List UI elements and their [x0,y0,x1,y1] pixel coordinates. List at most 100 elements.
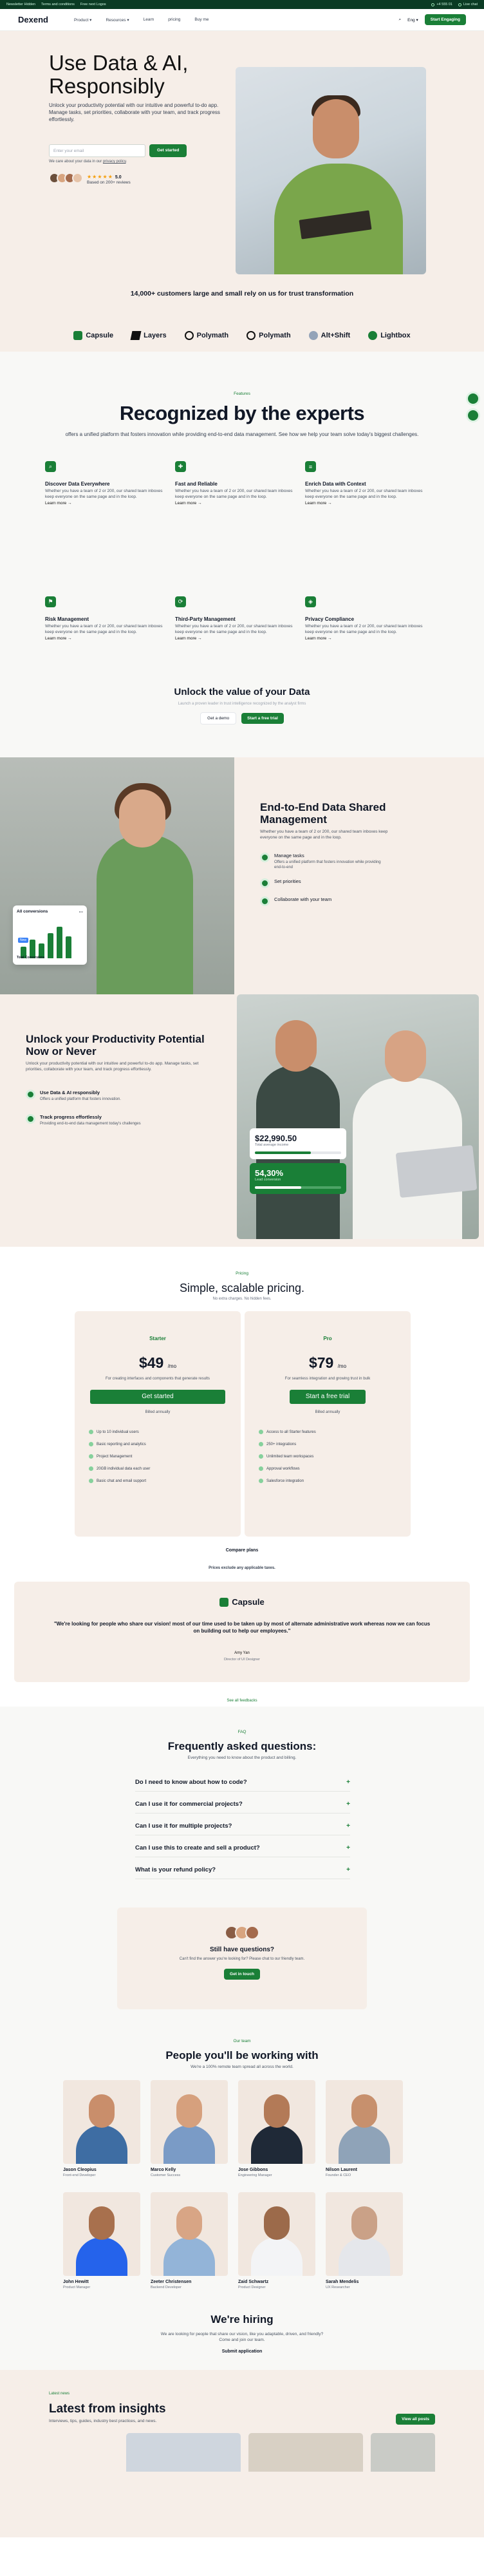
topbar-link-logos[interactable]: Free next Logos [80,3,106,6]
avatar [72,173,83,184]
lightbox-icon [368,331,378,340]
pricing-eyebrow: Pricing [236,1271,248,1276]
submit-application-link[interactable]: Submit application [222,2349,263,2354]
faq-item[interactable]: Can I use it for commercial projects? + [135,1795,350,1814]
pro-cta-button[interactable]: Start a free trial [290,1390,366,1404]
member-photo [326,2192,403,2276]
productivity-image: $22,990.50 Total average income 54,30% L… [237,994,479,1239]
plan-card-starter: Starter $49 /mo For creating interfaces … [75,1311,241,1537]
search-icon[interactable]: ⌕ [398,17,401,23]
check-item: Use Data & AI responsibly Offers a unifie… [26,1090,149,1102]
free-trial-button[interactable]: Start a free trial [241,713,284,724]
learn-more-link[interactable]: Learn more → [175,636,297,641]
faq-item[interactable]: What is your refund policy? + [135,1861,350,1879]
team-member: Zeeter Christensen Backend Developer [151,2192,228,2289]
hero-signup-form: Enter your email Get started [49,144,187,157]
team-member: Zaid Schwartz Product Designer [238,2192,315,2289]
feature-card: ⚑ Risk Management Whether you have a tea… [45,596,167,641]
team-title: People you'll be working with [165,2049,319,2061]
help-float-button[interactable] [466,408,480,422]
rating-score: 5.0 [115,175,122,180]
member-photo [238,2192,315,2276]
team-member: Marco Kelly Customer Success [151,2080,228,2177]
avatar [245,1926,259,1940]
nav-item-learn[interactable]: Learn [144,17,154,23]
see-all-feedbacks-link[interactable]: See all feedbacks [0,1682,484,1707]
check-icon [26,1114,35,1124]
productivity-section: Unlock your Productivity Potential Now o… [0,994,484,1247]
topbar-phone[interactable]: +4 555 01 [431,3,452,6]
nav-item-resources[interactable]: Resources ▾ [106,17,129,23]
plan-feature: Approval workflows [259,1466,411,1471]
learn-more-link[interactable]: Learn more → [305,636,427,641]
testimonial-author: Amy Yan [234,1651,250,1655]
features-title: Recognized by the experts [119,402,365,424]
view-all-posts-button[interactable]: View all posts [396,2414,435,2425]
compare-plans-link[interactable]: Compare plans [0,1548,484,1553]
nav-item-pricing[interactable]: pricing [168,17,180,23]
team-eyebrow: Our team [233,2039,251,2043]
e2e-title: End-to-End Data Shared Management [260,801,386,826]
hiring-title: We're hiring [210,2313,274,2325]
hero-rating: ★★★★★ 5.0 Based on 200+ reviews [49,171,131,185]
altshift-icon [308,331,318,340]
get-in-touch-button[interactable]: Get in touch [224,1969,260,1980]
chat-float-button[interactable] [466,392,480,406]
still-questions-text: Can't find the answer you're looking for… [179,1957,305,1961]
logo-polymath-2: Polymath [247,331,291,340]
nav-item-buy[interactable]: Buy me [194,17,209,23]
learn-more-link[interactable]: Learn more → [45,636,167,641]
pricing-title: Simple, scalable pricing. [179,1282,305,1294]
post-thumbnail[interactable] [126,2433,241,2472]
starter-cta-button[interactable]: Get started [90,1390,225,1404]
still-questions-title: Still have questions? [209,1946,275,1953]
nav-item-product[interactable]: Product ▾ [74,17,91,23]
learn-more-link[interactable]: Learn more → [305,501,427,506]
capsule-icon [73,331,83,340]
plus-icon: + [346,1801,350,1808]
pricing-subtitle: No extra charges. No hidden fees. [212,1297,272,1301]
feature-card: ⌕ Discover Data Everywhere Whether you h… [45,461,167,506]
hero-subtitle: Unlock your productivity potential with … [49,102,220,122]
hiring-block: We're hiring We are looking for people t… [0,2313,484,2354]
capsule-icon [219,1597,229,1607]
pricing-section: Pricing Simple, scalable pricing. No ext… [0,1247,484,1543]
post-thumbnail[interactable] [371,2433,435,2472]
link-icon: ⟳ [175,596,186,607]
team-member: Sarah Mendelis UX Researcher [326,2192,403,2289]
feature-card: ⟳ Third-Party Management Whether you hav… [175,596,297,641]
learn-more-link[interactable]: Learn more → [45,501,167,506]
plan-card-pro: Pro $79 /mo For seamless integration and… [245,1311,411,1537]
logo[interactable]: Dexend [18,15,48,24]
faq-item[interactable]: Do I need to know about how to code? + [135,1774,350,1792]
reviewer-avatars [49,173,83,184]
faq-item[interactable]: Can I use it for multiple projects? + [135,1817,350,1835]
hero-title: Use Data & AI, Responsibly [49,51,189,98]
nav-cta-button[interactable]: Start Engaging [424,14,466,25]
e2e-image: All conversions ⋯ New Total Conversions [0,757,234,994]
conversion-stat-card: 54,30% Lead conversion [250,1163,346,1194]
email-input[interactable]: Enter your email [49,144,145,157]
get-started-button[interactable]: Get started [149,144,187,157]
language-select[interactable]: Eng ▾ [407,17,418,23]
team-member: Jose Gibbons Engineering Manager [238,2080,315,2177]
faq-item[interactable]: Can I use this to create and sell a prod… [135,1839,350,1857]
topbar-livechat[interactable]: Live chat [458,3,478,6]
productivity-text: Unlock your productivity potential with … [26,1061,199,1072]
privacy-policy-link[interactable]: privacy policy [103,160,126,164]
get-demo-button[interactable]: Get a demo [200,712,237,724]
topbar-link-terms[interactable]: Terms and conditions [41,3,75,6]
income-progress [255,1151,312,1154]
plan-feature: 20GB individual data each user [89,1466,241,1471]
hero-section: Use Data & AI, Responsibly Unlock your p… [0,31,484,319]
post-thumbnail[interactable] [248,2433,363,2472]
faq-title: Frequently asked questions: [167,1740,317,1752]
features-section: Features Recognized by the experts offer… [0,352,484,687]
check-icon [260,896,270,906]
learn-more-link[interactable]: Learn more → [175,501,297,506]
testimonial-quote: "We're looking for people who share our … [53,1621,431,1634]
topbar-link-newsletter[interactable]: Newsletter Hidden [6,3,35,6]
conversions-bars [21,925,71,958]
unlock-subtitle: Launch a proven leader in trust intellig… [178,702,306,706]
more-icon[interactable]: ⋯ [79,909,84,914]
